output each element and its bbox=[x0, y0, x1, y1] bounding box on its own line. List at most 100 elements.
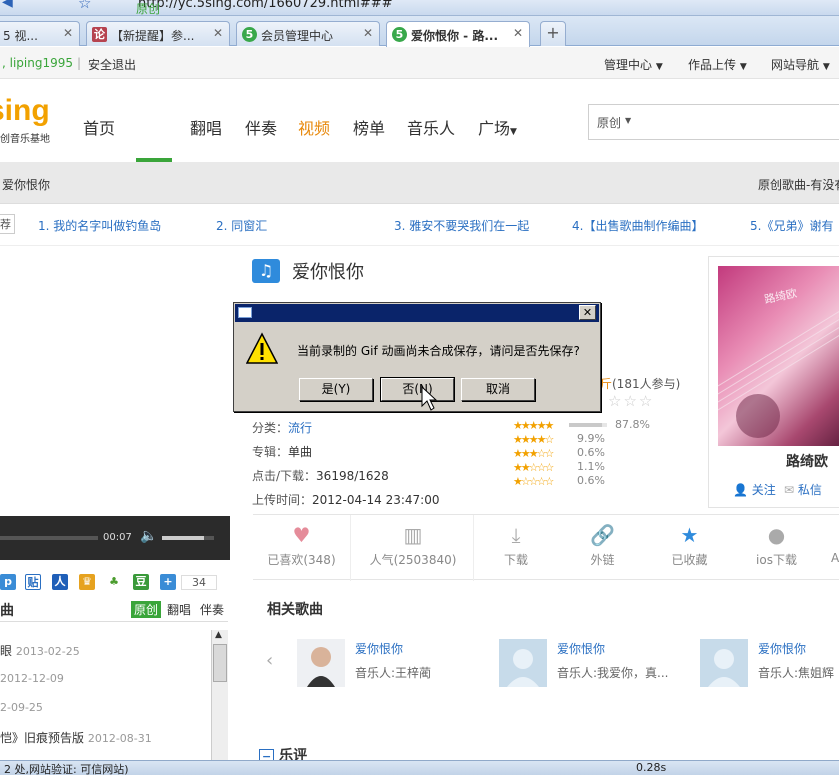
close-icon[interactable]: ✕ bbox=[513, 26, 523, 40]
search-category-select[interactable]: 原创 ▼ bbox=[588, 104, 839, 140]
list-scrollbar[interactable]: ▲ bbox=[211, 630, 228, 760]
message-label: 私信 bbox=[797, 483, 822, 497]
share-icon[interactable]: ♛ bbox=[79, 574, 95, 590]
person-portrait bbox=[297, 639, 345, 687]
share-more-icon[interactable]: + bbox=[160, 574, 176, 590]
related-thumb[interactable] bbox=[700, 639, 748, 687]
list-tab-cover[interactable]: 翻唱 bbox=[167, 601, 191, 618]
list-item[interactable]: 2012-12-09 bbox=[0, 671, 64, 685]
rating-row: ★★★★☆ 9.9% bbox=[513, 432, 653, 446]
cancel-button[interactable]: 取消 bbox=[461, 378, 535, 401]
address-bar[interactable]: ◀ ☆ http://yc.5sing.com/1660729.html### bbox=[0, 0, 839, 16]
recommend-item[interactable]: 5.《兄弟》谢有 bbox=[750, 217, 833, 234]
recommend-item[interactable]: 3. 雅安不要哭我们在一起 bbox=[394, 217, 529, 234]
ios-download-label: ios下载 bbox=[756, 553, 797, 567]
follow-button[interactable]: 👤 关注 bbox=[733, 481, 776, 498]
close-icon[interactable]: ✕ bbox=[363, 26, 373, 40]
username-link[interactable]: , liping1995 bbox=[2, 56, 73, 70]
dialog-close-button[interactable]: ✕ bbox=[579, 305, 596, 320]
nav-square[interactable]: 广场▼ bbox=[478, 115, 517, 139]
site-nav-menu[interactable]: 网站导航 ▼ bbox=[771, 56, 830, 73]
star-icon[interactable]: ☆ bbox=[78, 0, 91, 12]
list-item[interactable]: 恺》旧痕预告版 2012-08-31 bbox=[0, 729, 152, 746]
related-song-name[interactable]: 爱你恨你 bbox=[758, 640, 806, 657]
related-song-name[interactable]: 爱你恨你 bbox=[355, 640, 403, 657]
nav-accompaniment[interactable]: 伴奏 bbox=[245, 115, 277, 139]
logout-link[interactable]: 安全退出 bbox=[88, 56, 136, 73]
artist-name[interactable]: 路绮欧 bbox=[786, 451, 828, 471]
download-button[interactable]: ⤓ 下载 bbox=[473, 515, 558, 581]
related-artist[interactable]: 音乐人:焦姐辉 bbox=[758, 664, 839, 681]
nav-home[interactable]: 首页 bbox=[83, 115, 115, 139]
rating-row: ★★☆☆☆ 1.1% bbox=[513, 460, 653, 474]
breadcrumb-right: 原创歌曲-有没有 bbox=[758, 178, 839, 192]
upload-menu[interactable]: 作品上传 ▼ bbox=[688, 56, 747, 73]
list-item[interactable]: 眼 2013-02-25 bbox=[0, 642, 80, 659]
related-artist[interactable]: 音乐人:王梓蔺 bbox=[355, 664, 485, 681]
music-note-icon: ♫ bbox=[252, 259, 280, 283]
scroll-thumb[interactable] bbox=[213, 644, 227, 682]
nav-musicians[interactable]: 音乐人 bbox=[407, 115, 455, 139]
url-text[interactable]: http://yc.5sing.com/1660729.html### bbox=[138, 0, 393, 11]
genre-link[interactable]: 流行 bbox=[288, 421, 312, 435]
rating-link[interactable]: 斤 bbox=[600, 375, 612, 392]
close-icon[interactable]: ✕ bbox=[63, 26, 73, 40]
stars-icon: ★★★☆☆ bbox=[513, 447, 554, 460]
share-icon[interactable]: p bbox=[0, 574, 16, 590]
manage-center-menu[interactable]: 管理中心 ▼ bbox=[604, 56, 663, 73]
related-artist[interactable]: 音乐人:我爱你，真... bbox=[557, 664, 675, 681]
related-thumb[interactable] bbox=[297, 639, 345, 687]
nav-video[interactable]: 视频 bbox=[298, 115, 330, 139]
share-icon[interactable]: 人 bbox=[52, 574, 68, 590]
username[interactable]: liping1995 bbox=[10, 56, 73, 70]
list-item[interactable]: 2-09-25 bbox=[0, 700, 43, 714]
ios-download-button[interactable]: ● ios下载 bbox=[734, 515, 819, 581]
cursor-arrow bbox=[421, 386, 437, 411]
star-icon: ★ bbox=[680, 523, 699, 547]
new-tab-button[interactable]: + bbox=[540, 21, 566, 46]
action-bar: ♥ 已喜欢(348) ▥ 人气(2503840) ⤓ 下载 🔗 外链 ★ 已收藏… bbox=[253, 514, 839, 581]
tab-label: 会员管理中心 bbox=[261, 29, 334, 43]
close-icon[interactable]: ✕ bbox=[213, 26, 223, 40]
nav-charts[interactable]: 榜单 bbox=[353, 115, 385, 139]
message-button[interactable]: ✉ 私信 bbox=[784, 481, 822, 498]
share-icon[interactable]: 贴 bbox=[25, 574, 41, 590]
yes-button[interactable]: 是(Y) bbox=[299, 378, 373, 401]
no-button[interactable]: 否(N) bbox=[380, 377, 455, 402]
dialog-titlebar[interactable] bbox=[235, 304, 599, 322]
site-logo[interactable]: sing 创音乐基地 bbox=[0, 94, 52, 146]
browser-statusbar: 2 处,网站验证: 可信网站) 0.28s bbox=[0, 760, 839, 775]
list-item-date: 2-09-25 bbox=[0, 701, 43, 714]
rate-stars-input[interactable]: ☆☆☆ bbox=[608, 392, 654, 410]
rating-pct: 9.9% bbox=[577, 432, 605, 445]
tab-video[interactable]: 5 视... ✕ bbox=[0, 21, 80, 46]
tab-current-song[interactable]: 5 爱你恨你 - 路... ✕ bbox=[386, 21, 530, 47]
recommend-item[interactable]: 2. 同窗汇 bbox=[216, 217, 267, 234]
favorite-button[interactable]: ★ 已收藏 bbox=[647, 515, 732, 581]
tab-member-center[interactable]: 5 会员管理中心 ✕ bbox=[236, 21, 380, 46]
like-button[interactable]: ♥ 已喜欢(348) bbox=[253, 515, 351, 581]
scroll-up-icon[interactable]: ▲ bbox=[215, 630, 222, 640]
chevron-left-icon[interactable]: ‹ bbox=[266, 650, 273, 671]
external-link-button[interactable]: 🔗 外链 bbox=[560, 515, 645, 581]
list-tab-accompaniment[interactable]: 伴奏 bbox=[200, 601, 224, 618]
android-download-button[interactable]: A bbox=[823, 515, 839, 581]
related-thumb[interactable] bbox=[499, 639, 547, 687]
share-icon[interactable]: ♣ bbox=[106, 574, 122, 590]
nav-cover[interactable]: 翻唱 bbox=[190, 115, 222, 139]
back-icon[interactable]: ◀ bbox=[2, 0, 13, 10]
related-song-name[interactable]: 爱你恨你 bbox=[557, 640, 605, 657]
album-cover-image[interactable]: 路绮欧 bbox=[718, 266, 839, 446]
popularity-button[interactable]: ▥ 人气(2503840) bbox=[363, 515, 463, 581]
list-tab-original[interactable]: 原创 bbox=[131, 601, 162, 618]
volume-slider[interactable] bbox=[162, 536, 214, 540]
recommend-item[interactable]: 1. 我的名字叫做钓鱼岛 bbox=[38, 217, 161, 234]
search-category-label: 原创 bbox=[597, 116, 622, 130]
rating-row: ★★★☆☆ 0.6% bbox=[513, 446, 653, 460]
nav-original[interactable]: 原创 bbox=[136, 0, 160, 66]
recommend-item[interactable]: 4.【出售歌曲制作编曲】 bbox=[572, 217, 703, 234]
share-icon[interactable]: 豆 bbox=[133, 574, 149, 590]
volume-icon[interactable]: 🔈 bbox=[140, 528, 157, 544]
genre-row: 分类：流行 bbox=[252, 419, 312, 436]
progress-track[interactable] bbox=[0, 536, 98, 540]
